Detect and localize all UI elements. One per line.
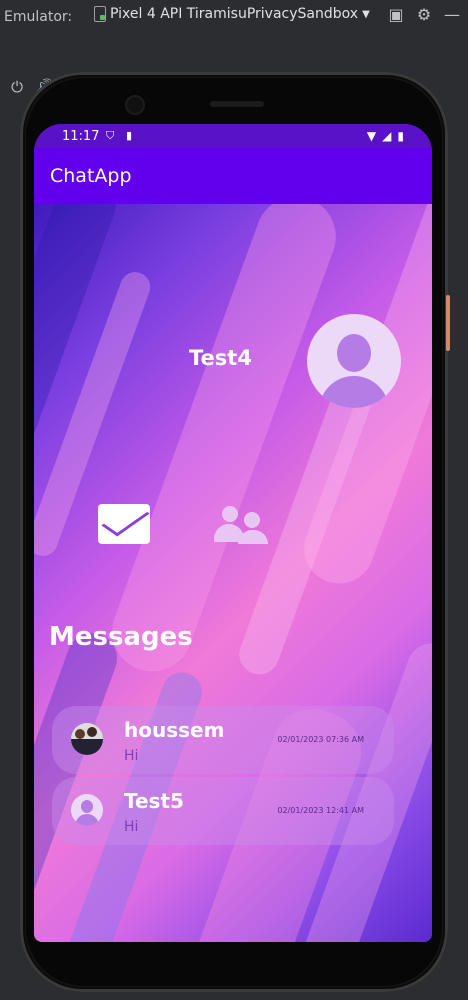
emulator-label: Emulator: xyxy=(4,9,73,25)
signal-icon: ◢ xyxy=(382,129,392,143)
conversation-item[interactable]: houssem Hi 02/01/2023 07:36 AM xyxy=(52,706,394,774)
side-power-button[interactable] xyxy=(446,295,450,351)
power-icon[interactable]: ⏻ xyxy=(8,78,26,96)
background-artwork: Test4 Messages houssem Hi 02/01/2023 07:… xyxy=(34,204,432,942)
conversation-name: Test5 xyxy=(124,789,184,813)
conversation-time: 02/01/2023 07:36 AM xyxy=(277,735,364,744)
app-title: ChatApp xyxy=(50,165,132,187)
status-time: 11:17 xyxy=(62,129,100,144)
sd-card-icon: ▮ xyxy=(126,129,133,142)
avatar-head xyxy=(337,334,371,372)
people-icon[interactable] xyxy=(214,504,272,544)
minimize-icon[interactable]: — xyxy=(444,7,460,23)
conversation-item[interactable]: Test5 Hi 02/01/2023 12:41 AM xyxy=(52,777,394,845)
emulator-toolbar: ⏻ 🔊 🔉 ⟲ ⟳ ◀ ● ■ 📷 ⏲ ⋮ xyxy=(0,36,468,96)
conversation-last-message: Hi xyxy=(124,748,139,764)
shield-icon: ⛉ xyxy=(106,129,115,142)
front-camera xyxy=(127,97,143,113)
messages-heading: Messages xyxy=(49,622,193,652)
avatar xyxy=(71,723,103,755)
app-bar: ChatApp xyxy=(34,148,432,204)
emulator-header: Emulator: Pixel 4 API TiramisuPrivacySan… xyxy=(0,0,468,34)
settings-icon[interactable]: ⚙ xyxy=(416,7,432,23)
conversation-time: 02/01/2023 12:41 AM xyxy=(277,806,364,815)
window-mode-icon[interactable]: ▣ xyxy=(388,7,404,23)
conversation-name: houssem xyxy=(124,718,225,742)
avatar-body xyxy=(319,376,389,408)
earpiece-speaker xyxy=(210,101,264,107)
profile-avatar[interactable] xyxy=(307,314,401,408)
chevron-down-icon: ▼ xyxy=(362,8,370,20)
status-bar: 11:17 ⛉ ▮ ▼ ◢ ▮ xyxy=(34,124,432,148)
device-name: Pixel 4 API TiramisuPrivacySandbox xyxy=(110,6,359,22)
avatar xyxy=(71,794,103,826)
wifi-icon: ▼ xyxy=(366,129,377,143)
phone-screen: 11:17 ⛉ ▮ ▼ ◢ ▮ ChatApp Test4 Messages h… xyxy=(34,124,432,942)
device-icon xyxy=(94,6,106,22)
battery-icon: ▮ xyxy=(397,129,404,143)
conversation-last-message: Hi xyxy=(124,819,139,835)
device-selector[interactable]: Pixel 4 API TiramisuPrivacySandbox ▼ xyxy=(94,6,370,22)
profile-name: Test4 xyxy=(189,346,252,370)
mail-icon[interactable] xyxy=(98,504,150,544)
